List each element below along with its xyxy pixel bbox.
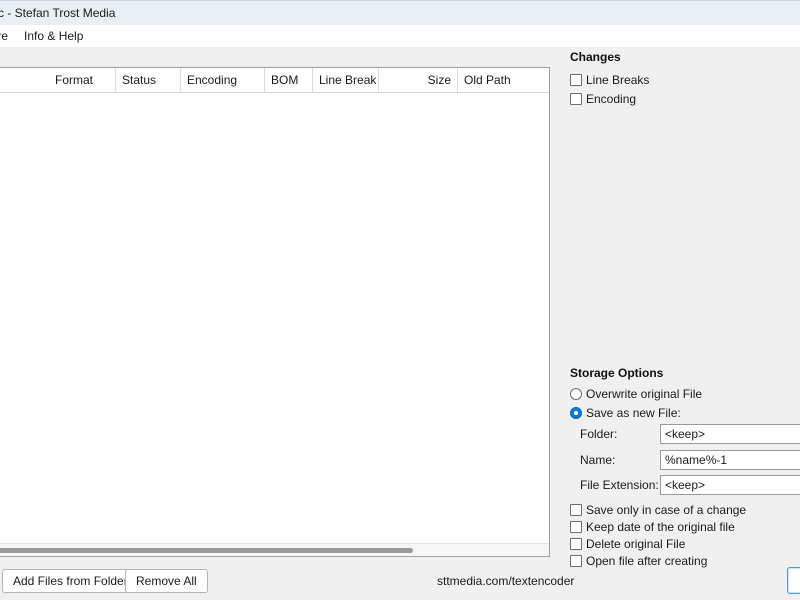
file-list-header: Format Status Encoding BOM Line Break Size Old… bbox=[0, 68, 549, 93]
checkbox-label: Line Breaks bbox=[586, 72, 650, 87]
storage-radio-save-as-new-file-[interactable]: Save as new File: bbox=[570, 404, 681, 421]
website-link[interactable]: sttmedia.com/textencoder bbox=[437, 574, 574, 588]
checkbox-icon[interactable] bbox=[570, 537, 582, 550]
column-header-old-path[interactable]: Old Path bbox=[458, 68, 549, 92]
radio-label: Save as new File: bbox=[586, 405, 681, 420]
radio-icon[interactable] bbox=[570, 387, 582, 400]
checkbox-label: Open file after creating bbox=[586, 553, 708, 568]
storage-checkbox-open-file-after-creating[interactable]: Open file after creating bbox=[570, 552, 707, 569]
field-label-name-: Name: bbox=[580, 453, 616, 467]
checkbox-icon[interactable] bbox=[570, 503, 582, 516]
changes-checkbox-encoding[interactable]: Encoding bbox=[570, 90, 636, 107]
main-body: Format Status Encoding BOM Line Break Size Old… bbox=[0, 47, 800, 600]
column-header-format[interactable]: Format bbox=[49, 68, 116, 92]
field-input-folder-[interactable]: <keep> bbox=[660, 424, 800, 444]
title-bar: c - Stefan Trost Media bbox=[0, 0, 800, 25]
storage-checkbox-keep-date-of-the-original-file[interactable]: Keep date of the original file bbox=[570, 518, 735, 535]
column-header-bom[interactable]: BOM bbox=[265, 68, 313, 92]
checkbox-icon[interactable] bbox=[570, 92, 582, 105]
options-panel: Changes Storage Options Line Breaks Encod… bbox=[570, 47, 800, 600]
field-input-file-extension-[interactable]: <keep> bbox=[660, 475, 800, 495]
storage-options-section-title: Storage Options bbox=[570, 366, 664, 380]
file-list-panel[interactable]: Format Status Encoding BOM Line Break Size Old… bbox=[0, 67, 550, 557]
checkbox-icon[interactable] bbox=[570, 554, 582, 567]
changes-checkbox-line-breaks[interactable]: Line Breaks bbox=[570, 71, 649, 88]
file-list-horizontal-scrollbar[interactable] bbox=[0, 543, 549, 556]
field-label-folder-: Folder: bbox=[580, 427, 618, 441]
remove-all-button[interactable]: Remove All bbox=[125, 569, 208, 593]
checkbox-label: Delete original File bbox=[586, 536, 686, 551]
checkbox-label: Encoding bbox=[586, 91, 637, 106]
checkbox-label: Save only in case of a change bbox=[586, 502, 747, 517]
changes-section-title: Changes bbox=[570, 50, 621, 64]
field-input-name-[interactable]: %name%-1 bbox=[660, 450, 800, 470]
storage-radio-overwrite-original-file[interactable]: Overwrite original File bbox=[570, 385, 702, 402]
menu-item-software[interactable]: ware bbox=[0, 26, 16, 46]
column-header-status[interactable]: Status bbox=[116, 68, 181, 92]
column-header-encoding[interactable]: Encoding bbox=[181, 68, 265, 92]
menu-bar: ware Info & Help bbox=[0, 25, 800, 47]
radio-label: Overwrite original File bbox=[586, 386, 703, 401]
storage-checkbox-delete-original-file[interactable]: Delete original File bbox=[570, 535, 685, 552]
radio-icon[interactable] bbox=[570, 406, 582, 419]
scrollbar-thumb[interactable] bbox=[0, 548, 413, 553]
checkbox-icon[interactable] bbox=[570, 73, 582, 86]
text-encoder-window: c - Stefan Trost Media ware Info & Help … bbox=[0, 0, 800, 600]
window-title: c - Stefan Trost Media bbox=[0, 6, 116, 20]
storage-checkbox-save-only-in-case-of-a-change[interactable]: Save only in case of a change bbox=[570, 501, 746, 518]
field-label-file-extension-: File Extension: bbox=[580, 478, 659, 492]
column-header-line-break[interactable]: Line Break bbox=[313, 68, 379, 92]
file-list-body[interactable] bbox=[0, 93, 549, 542]
menu-item-info-help[interactable]: Info & Help bbox=[16, 26, 91, 46]
checkbox-icon[interactable] bbox=[570, 520, 582, 533]
column-header-size[interactable]: Size bbox=[379, 68, 458, 92]
checkbox-label: Keep date of the original file bbox=[586, 519, 735, 534]
